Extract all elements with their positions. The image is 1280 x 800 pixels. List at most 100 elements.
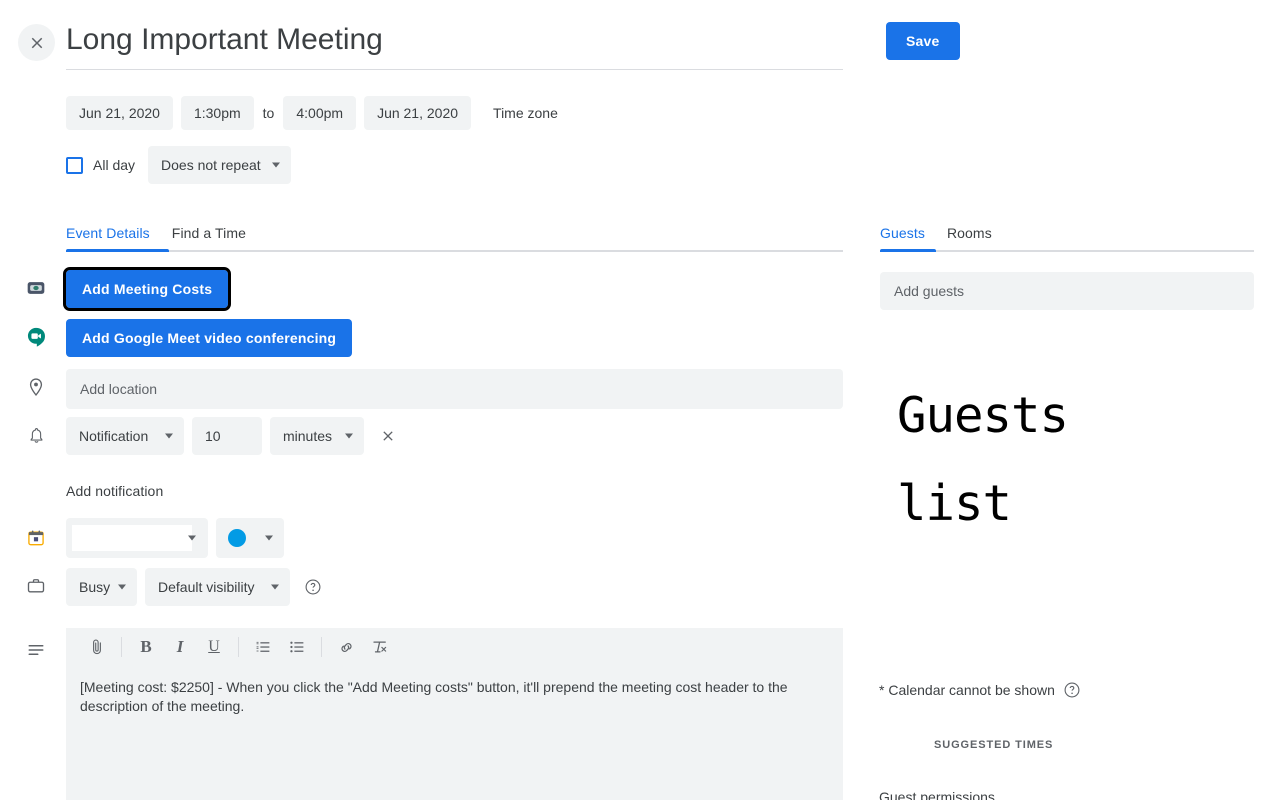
calendar-select[interactable] — [66, 518, 208, 558]
toolbar-divider — [321, 637, 322, 657]
bold-icon: B — [140, 637, 152, 656]
tabs-divider — [66, 249, 843, 252]
title-divider — [66, 69, 843, 70]
notification-type-value: Notification — [79, 428, 149, 444]
calendar-icon-wrap — [24, 526, 48, 550]
to-label: to — [262, 105, 275, 121]
bold-icon-button[interactable]: B — [129, 632, 163, 662]
close-icon — [31, 37, 42, 48]
page-title[interactable]: Long Important Meeting — [66, 20, 843, 60]
remove-notification-button[interactable] — [374, 422, 402, 450]
description-icon-wrap — [24, 638, 48, 662]
event-tabs: Event Details Find a Time — [66, 220, 843, 252]
toolbar-divider — [121, 637, 122, 657]
guests-list-overlay: Guests list — [897, 372, 1197, 548]
add-meeting-costs-button[interactable]: Add Meeting Costs — [62, 267, 232, 311]
chevron-down-icon — [165, 433, 173, 439]
add-notification-row: Add notification — [66, 477, 163, 505]
remove-formatting-icon-button[interactable] — [363, 632, 397, 662]
attach-icon-button[interactable] — [80, 632, 114, 662]
bell-icon-wrap — [24, 423, 48, 447]
event-main-column: Long Important Meeting Jun 21, 2020 1:30… — [0, 0, 860, 800]
calendar-color-row — [66, 518, 284, 558]
end-date-field[interactable]: Jun 21, 2020 — [364, 96, 472, 130]
location-row — [66, 369, 843, 409]
chevron-down-icon — [188, 535, 196, 541]
event-title-block: Long Important Meeting — [66, 20, 843, 70]
description-editor: B I U [Meeting cost: $2250] - When you c… — [66, 628, 843, 800]
meet-row: Add Google Meet video conferencing — [66, 319, 353, 357]
underline-icon-button[interactable]: U — [197, 632, 231, 662]
briefcase-icon — [27, 579, 45, 593]
bulleted-list-icon-button[interactable] — [280, 632, 314, 662]
tab-event-details[interactable]: Event Details — [66, 225, 156, 250]
guests-list-overlay-line-2: list — [897, 475, 1012, 532]
notification-amount-input[interactable] — [192, 417, 262, 455]
notification-unit-select[interactable]: minutes — [270, 417, 364, 455]
visibility-select-value: Default visibility — [158, 579, 255, 595]
description-text[interactable]: [Meeting cost: $2250] - When you click t… — [66, 666, 843, 800]
close-button[interactable] — [18, 24, 55, 61]
attach-icon — [93, 639, 101, 655]
money-icon — [27, 282, 45, 294]
help-icon[interactable] — [304, 578, 322, 596]
meeting-costs-row: Add Meeting Costs — [62, 267, 232, 311]
event-color-select[interactable] — [216, 518, 284, 558]
chevron-down-icon — [271, 162, 280, 168]
add-google-meet-button[interactable]: Add Google Meet video conferencing — [66, 319, 353, 357]
time-zone-button[interactable]: Time zone — [489, 99, 562, 127]
briefcase-icon-wrap — [24, 574, 48, 598]
bulleted-list-icon — [290, 641, 304, 653]
chevron-down-icon — [265, 535, 273, 541]
end-time-field[interactable]: 4:00pm — [283, 96, 357, 130]
allday-repeat-row: All day Does not repeat — [66, 146, 291, 184]
visibility-select[interactable]: Default visibility — [145, 568, 290, 606]
calendar-cannot-be-shown-note: * Calendar cannot be shown — [879, 681, 1081, 699]
tab-guests[interactable]: Guests — [880, 225, 931, 250]
all-day-label: All day — [93, 157, 136, 173]
guests-tabs-divider — [880, 249, 1254, 252]
start-date-field[interactable]: Jun 21, 2020 — [66, 96, 173, 130]
bell-icon — [30, 427, 42, 443]
tab-find-a-time[interactable]: Find a Time — [172, 225, 252, 250]
guests-list-overlay-line-1: Guests — [897, 387, 1069, 444]
toolbar-divider — [238, 637, 239, 657]
save-button[interactable]: Save — [886, 22, 960, 60]
chevron-down-icon — [271, 584, 279, 590]
help-icon[interactable] — [1063, 681, 1081, 699]
suggested-times-heading: SUGGESTED TIMES — [934, 739, 1054, 751]
link-icon — [340, 642, 352, 652]
start-time-field[interactable]: 1:30pm — [180, 96, 254, 130]
editor-toolbar: B I U — [66, 628, 843, 666]
location-pin-icon — [29, 378, 43, 396]
guests-rooms-tabs: Guests Rooms — [880, 220, 1254, 252]
repeat-select-value: Does not repeat — [161, 157, 261, 173]
busy-select[interactable]: Busy — [66, 568, 137, 606]
add-notification-button[interactable]: Add notification — [66, 477, 163, 505]
guest-permissions-heading: Guest permissions — [879, 789, 995, 800]
repeat-select[interactable]: Does not repeat — [148, 146, 291, 184]
calendar-icon — [28, 530, 44, 546]
calendar-select-value — [72, 525, 192, 551]
add-guests-input[interactable] — [880, 272, 1254, 310]
notification-type-select[interactable]: Notification — [66, 417, 184, 455]
italic-icon: I — [176, 637, 184, 656]
active-tab-indicator — [880, 249, 936, 252]
google-meet-icon — [27, 327, 45, 347]
numbered-list-icon-button[interactable] — [246, 632, 280, 662]
link-icon-button[interactable] — [329, 632, 363, 662]
location-icon-wrap — [24, 375, 48, 399]
meet-icon-wrap — [24, 325, 48, 349]
busy-visibility-row: Busy Default visibility — [66, 568, 322, 606]
event-editor-page: Long Important Meeting Jun 21, 2020 1:30… — [0, 0, 1280, 800]
all-day-checkbox[interactable] — [66, 156, 83, 174]
notification-unit-value: minutes — [283, 428, 333, 444]
calendar-note-text: * Calendar cannot be shown — [879, 682, 1055, 698]
location-input[interactable] — [66, 369, 843, 409]
tab-rooms[interactable]: Rooms — [947, 225, 998, 250]
active-tab-indicator — [66, 249, 169, 252]
chevron-down-icon — [118, 584, 126, 590]
italic-icon-button[interactable]: I — [163, 632, 197, 662]
description-lines-icon — [28, 645, 44, 655]
underline-icon: U — [208, 638, 220, 655]
